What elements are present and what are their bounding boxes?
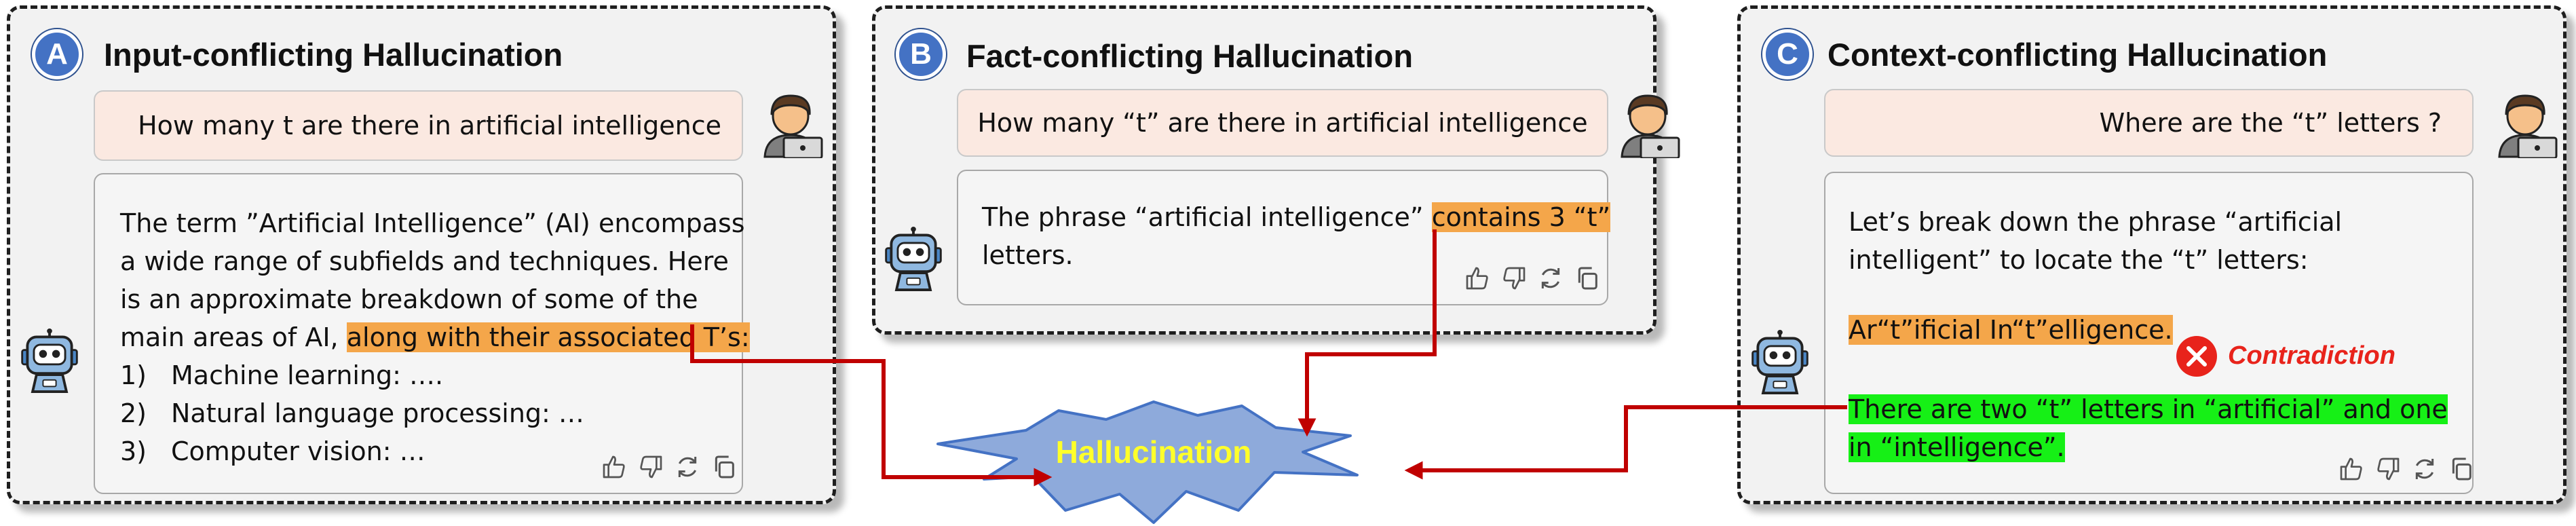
hallucination-label: Hallucination (1055, 434, 1252, 470)
connector-layer (690, 229, 1847, 524)
arrow-from-panel-c (1404, 405, 1847, 480)
arrow-from-panel-b (1298, 229, 1437, 437)
